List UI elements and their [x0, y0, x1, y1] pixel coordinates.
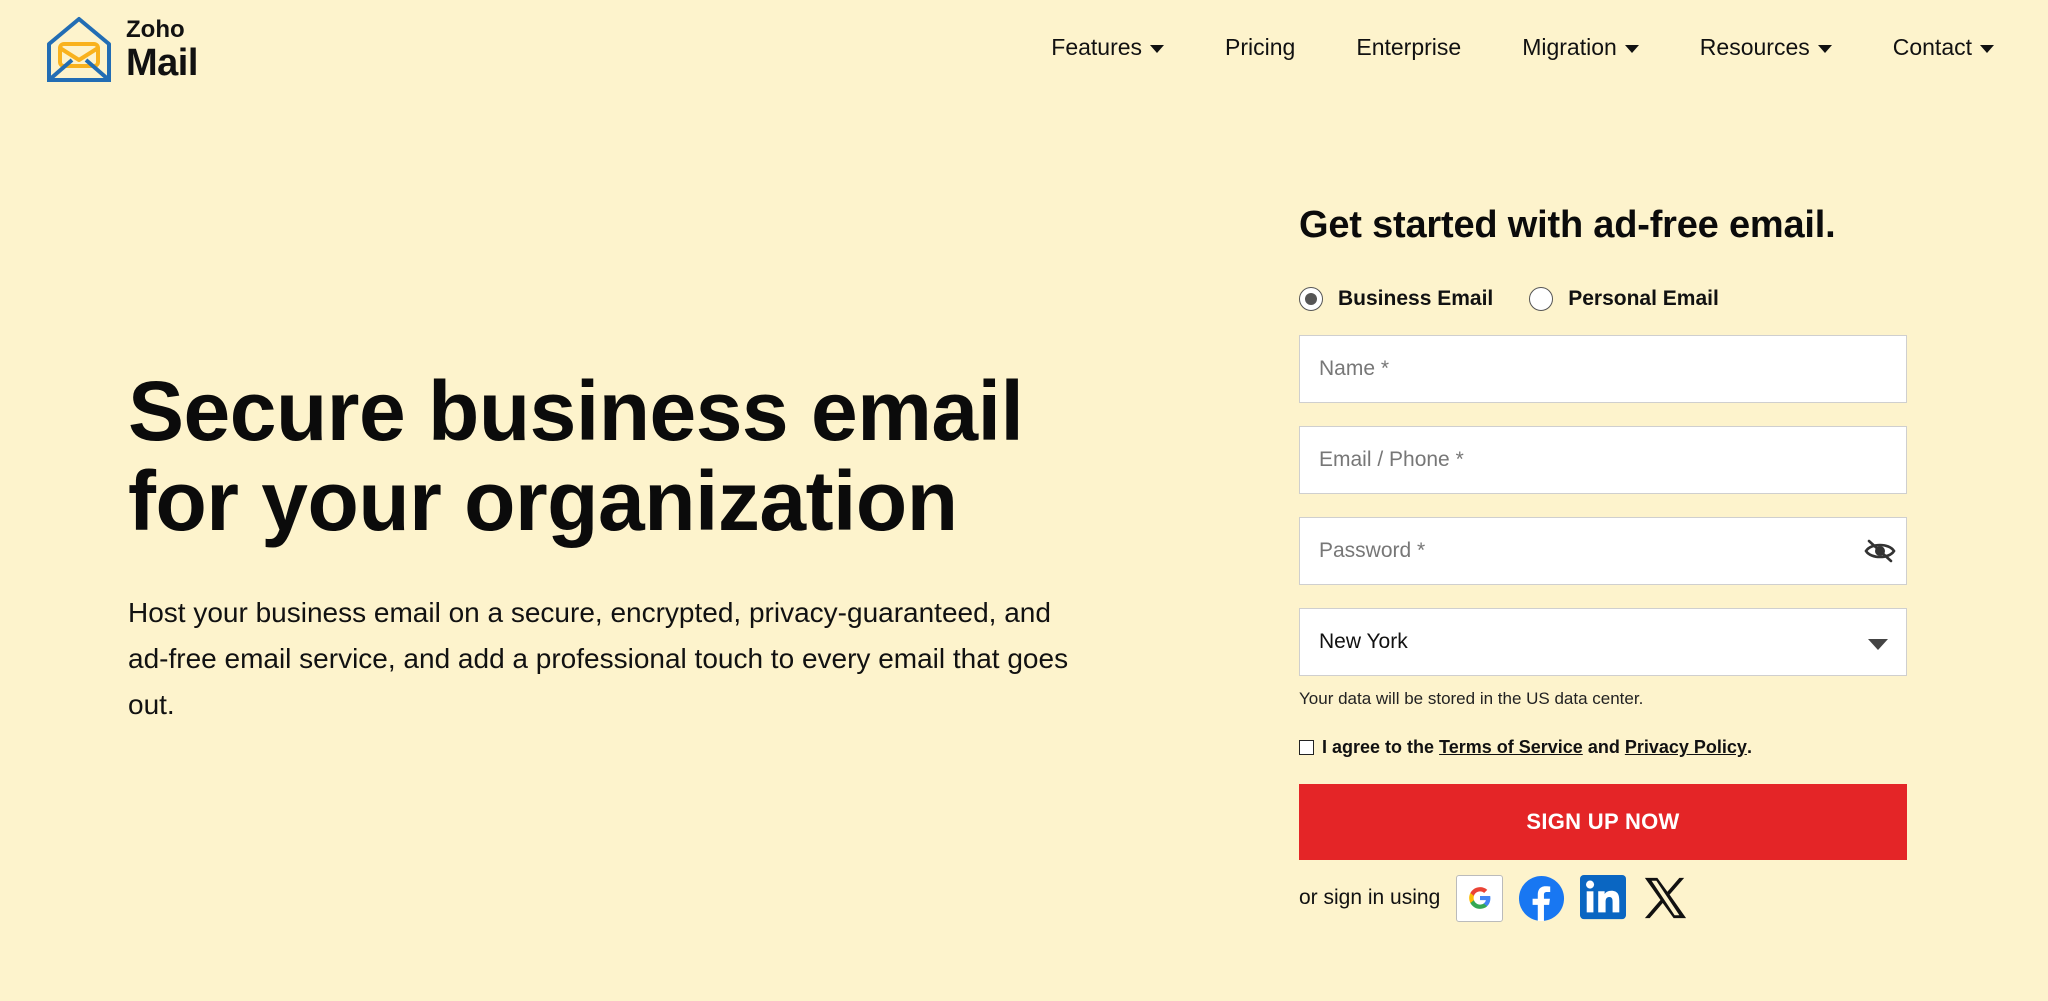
- eye-slash-icon[interactable]: [1864, 538, 1896, 564]
- top-nav: Features Pricing Enterprise Migration Re…: [990, 34, 1994, 61]
- nav-pricing-label: Pricing: [1225, 34, 1296, 60]
- nav-migration[interactable]: Migration: [1522, 34, 1639, 61]
- zoho-mail-logo-icon: [47, 17, 111, 82]
- x-icon: [1645, 877, 1687, 919]
- agree-prefix: I agree to the: [1322, 737, 1435, 757]
- google-icon: [1468, 887, 1491, 909]
- hero-description: Host your business email on a secure, en…: [128, 597, 1069, 720]
- social-signin: or sign in using: [1299, 874, 1907, 922]
- caret-down-icon: [1624, 45, 1639, 53]
- personal-email-label: Personal Email: [1568, 287, 1719, 310]
- email-field-wrapper: [1299, 426, 1907, 494]
- region-select-value: New York: [1319, 630, 1408, 653]
- logo-mail-text: Mail: [126, 42, 198, 84]
- nav-enterprise-label: Enterprise: [1356, 34, 1462, 60]
- facebook-signin-button[interactable]: [1517, 874, 1565, 922]
- personal-email-radio[interactable]: Personal Email: [1529, 287, 1719, 311]
- logo-text: Zoho Mail: [126, 16, 198, 84]
- account-type-radios: Business Email Personal Email: [1299, 287, 1907, 311]
- form-title: Get started with ad-free email.: [1299, 204, 1836, 246]
- chevron-down-icon: [1868, 639, 1888, 650]
- nav-contact-label: Contact: [1892, 34, 1972, 60]
- facebook-icon: [1518, 875, 1564, 921]
- form-fields: New York: [1299, 335, 1907, 676]
- agree-suffix: .: [1746, 737, 1752, 757]
- nav-resources[interactable]: Resources: [1700, 34, 1832, 61]
- password-field-wrapper: [1299, 517, 1907, 585]
- nav-enterprise[interactable]: Enterprise: [1356, 34, 1461, 61]
- business-email-label: Business Email: [1338, 287, 1494, 310]
- business-email-radio[interactable]: Business Email: [1299, 287, 1493, 311]
- nav-contact[interactable]: Contact: [1893, 34, 1994, 61]
- nav-features-label: Features: [1051, 34, 1143, 60]
- zoho-mail-logo[interactable]: Zoho Mail: [44, 16, 198, 84]
- nav-resources-label: Resources: [1699, 34, 1810, 60]
- agree-and: and: [1587, 737, 1620, 757]
- name-field[interactable]: [1300, 336, 1906, 402]
- terms-of-service-link[interactable]: Terms of Service: [1439, 737, 1583, 758]
- linkedin-icon: [1580, 875, 1627, 920]
- terms-checkbox[interactable]: [1299, 740, 1314, 755]
- caret-down-icon: [1817, 45, 1832, 53]
- sign-up-button[interactable]: SIGN UP NOW: [1299, 784, 1907, 860]
- signup-form: Get started with ad-free email. Business…: [1299, 204, 1907, 922]
- linkedin-signin-button[interactable]: [1579, 874, 1627, 922]
- nav-features[interactable]: Features: [1051, 34, 1165, 61]
- sign-in-using-label: or sign in using: [1299, 886, 1441, 909]
- google-signin-button[interactable]: [1456, 874, 1504, 922]
- name-field-wrapper: [1299, 335, 1907, 403]
- terms-agreement: I agree to the Terms of Service and Priv…: [1299, 737, 1907, 758]
- x-signin-button[interactable]: [1641, 874, 1689, 922]
- region-select[interactable]: New York: [1299, 608, 1907, 676]
- radio-unchecked-icon: [1529, 287, 1554, 311]
- caret-down-icon: [1150, 45, 1165, 53]
- nav-migration-label: Migration: [1522, 34, 1617, 60]
- caret-down-icon: [1980, 45, 1994, 53]
- privacy-policy-link[interactable]: Privacy Policy: [1625, 737, 1747, 758]
- page: Zoho Mail Features Pricing Enterprise Mi…: [0, 0, 2048, 1001]
- hero-title-line2: for your organization: [128, 454, 958, 548]
- email-phone-field[interactable]: [1300, 427, 1906, 493]
- nav-pricing[interactable]: Pricing: [1225, 34, 1295, 61]
- password-field[interactable]: [1300, 518, 1906, 584]
- radio-checked-icon: [1299, 287, 1323, 311]
- hero-title: Secure business email for your organizat…: [128, 366, 1028, 546]
- hero-title-line1: Secure business email: [128, 364, 1024, 458]
- data-center-note: Your data will be stored in the US data …: [1299, 689, 1644, 708]
- logo-zoho-text: Zoho: [126, 16, 185, 43]
